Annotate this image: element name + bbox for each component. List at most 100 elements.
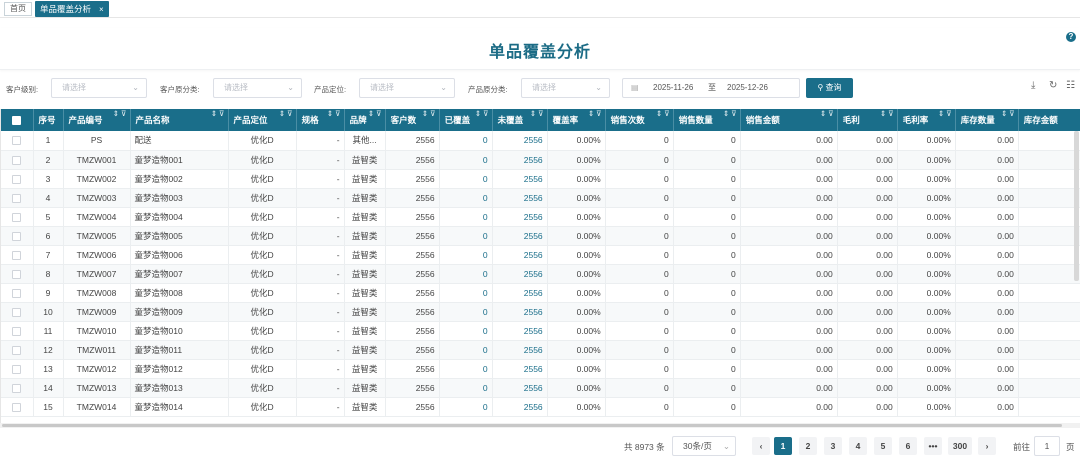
col-header[interactable]: 产品定位 ⇕ ⊽ — [228, 109, 297, 131]
sort-filter-icon[interactable]: ⇕ ⊽ — [279, 109, 293, 118]
sort-filter-icon[interactable]: ⇕ ⊽ — [422, 109, 436, 118]
table-cell[interactable]: 0 — [439, 302, 493, 322]
row-checkbox[interactable] — [1, 150, 34, 170]
help-icon[interactable]: ? — [1066, 32, 1076, 42]
row-checkbox[interactable] — [1, 378, 34, 398]
select-all-checkbox[interactable] — [1, 109, 34, 131]
row-checkbox[interactable] — [1, 264, 34, 284]
column-settings-icon[interactable]: ☷ — [1066, 80, 1075, 91]
table-cell[interactable]: 2556 — [492, 245, 548, 265]
table-cell[interactable]: 2556 — [492, 226, 548, 246]
row-checkbox[interactable] — [1, 283, 34, 303]
table-cell[interactable]: 0 — [439, 245, 493, 265]
sort-filter-icon[interactable]: ⇕ ⊽ — [820, 109, 834, 118]
col-header[interactable]: 覆盖率 ⇕ ⊽ — [547, 109, 606, 131]
close-icon[interactable]: × — [99, 5, 104, 14]
table-cell[interactable]: 0 — [439, 378, 493, 398]
table-cell[interactable]: 0 — [439, 150, 493, 170]
table-row[interactable]: 14 TMZW013 童梦造物013 优化D - 益智类 2556 0 2556 0.00% 0 0 0… — [1, 378, 1080, 398]
table-row[interactable]: 8 TMZW007 童梦造物007 优化D - 益智类 2556 0 2556 0.00% 0 0 0.… — [1, 264, 1080, 284]
table-cell[interactable]: 2556 — [492, 207, 548, 227]
col-header[interactable]: 产品名称 ⇕ ⊽ — [130, 109, 229, 131]
table-row[interactable]: 1 PS 配送 优化D - 其他... 2556 0 2556 0.00% 0 0 0.00 0.00 0.… — [1, 131, 1080, 151]
sort-filter-icon[interactable]: ⇕ ⊽ — [530, 109, 544, 118]
table-row[interactable]: 5 TMZW004 童梦造物004 优化D - 益智类 2556 0 2556 0.00% 0 0 0.… — [1, 207, 1080, 227]
table-row[interactable]: 2 TMZW001 童梦造物001 优化D - 益智类 2556 0 2556 0.00% 0 0 0.… — [1, 150, 1080, 170]
download-icon[interactable]: ⤓ — [1031, 80, 1035, 91]
table-cell[interactable]: 0 — [439, 264, 493, 284]
col-header[interactable]: 销售数量 ⇕ ⊽ — [673, 109, 741, 131]
sort-filter-icon[interactable]: ⇕ ⊽ — [880, 109, 894, 118]
table-cell[interactable]: 2556 — [492, 321, 548, 341]
table-row[interactable]: 10 TMZW009 童梦造物009 优化D - 益智类 2556 0 2556 0.00% 0 0 0… — [1, 302, 1080, 322]
table-cell[interactable]: 0 — [439, 397, 493, 417]
sort-filter-icon[interactable]: ⇕ ⊽ — [656, 109, 670, 118]
next-page-button[interactable]: › — [978, 437, 996, 455]
table-cell[interactable]: 2556 — [492, 359, 548, 379]
row-checkbox[interactable] — [1, 397, 34, 417]
page-button[interactable]: 3 — [824, 437, 842, 455]
table-cell[interactable]: 2556 — [492, 397, 548, 417]
sort-filter-icon[interactable]: ⇕ ⊽ — [475, 109, 489, 118]
col-header[interactable]: 库存数量 ⇕ ⊽ — [955, 109, 1019, 131]
row-checkbox[interactable] — [1, 359, 34, 379]
col-header[interactable]: 库存金额 — [1018, 109, 1080, 131]
page-button[interactable]: 1 — [774, 437, 792, 455]
table-cell[interactable]: 2556 — [492, 378, 548, 398]
customer-level-select[interactable]: 请选择 ⌄ — [51, 78, 147, 98]
col-header[interactable]: 未覆盖 ⇕ ⊽ — [492, 109, 548, 131]
page-button[interactable]: 6 — [899, 437, 917, 455]
col-header[interactable]: 销售次数 ⇕ ⊽ — [605, 109, 674, 131]
horizontal-scrollbar[interactable] — [0, 423, 1080, 428]
tab-home[interactable]: 首页 — [4, 2, 32, 16]
table-row[interactable]: 9 TMZW008 童梦造物008 优化D - 益智类 2556 0 2556 0.00% 0 0 0.… — [1, 283, 1080, 303]
prev-page-button[interactable]: ‹ — [752, 437, 770, 455]
sort-filter-icon[interactable]: ⇕ ⊽ — [368, 109, 382, 118]
date-start[interactable]: 2025-11-26 — [653, 79, 693, 97]
page-button[interactable]: 2 — [799, 437, 817, 455]
table-cell[interactable]: 2556 — [492, 188, 548, 208]
row-checkbox[interactable] — [1, 226, 34, 246]
goto-page-input[interactable]: 1 — [1034, 436, 1060, 456]
row-checkbox[interactable] — [1, 340, 34, 360]
page-button[interactable]: 5 — [874, 437, 892, 455]
table-cell[interactable]: 0 — [439, 188, 493, 208]
table-row[interactable]: 6 TMZW005 童梦造物005 优化D - 益智类 2556 0 2556 0.00% 0 0 0.… — [1, 226, 1080, 246]
table-row[interactable]: 13 TMZW012 童梦造物012 优化D - 益智类 2556 0 2556 0.00% 0 0 0… — [1, 359, 1080, 379]
sort-filter-icon[interactable]: ⇕ ⊽ — [113, 109, 127, 118]
table-cell[interactable]: 0 — [439, 226, 493, 246]
col-header[interactable]: 客户数 ⇕ ⊽ — [385, 109, 440, 131]
row-checkbox[interactable] — [1, 131, 34, 151]
sort-filter-icon[interactable]: ⇕ ⊽ — [327, 109, 341, 118]
table-cell[interactable]: 2556 — [492, 283, 548, 303]
row-checkbox[interactable] — [1, 188, 34, 208]
table-cell[interactable]: 2556 — [492, 150, 548, 170]
date-range-picker[interactable]: ▤ 2025-11-26 至 2025-12-26 — [622, 78, 800, 98]
table-row[interactable]: 4 TMZW003 童梦造物003 优化D - 益智类 2556 0 2556 0.00% 0 0 0.… — [1, 188, 1080, 208]
vertical-scrollbar[interactable] — [1074, 131, 1079, 281]
page-button[interactable]: 300 — [948, 437, 972, 455]
col-header[interactable]: 已覆盖 ⇕ ⊽ — [439, 109, 493, 131]
col-header[interactable]: 产品编号 ⇕ ⊽ — [63, 109, 131, 131]
sort-filter-icon[interactable]: ⇕ ⊽ — [211, 109, 225, 118]
query-button[interactable]: ⚲ 查询 — [806, 78, 853, 98]
sort-filter-icon[interactable]: ⇕ ⊽ — [1001, 109, 1015, 118]
table-row[interactable]: 3 TMZW002 童梦造物002 优化D - 益智类 2556 0 2556 0.00% 0 0 0.… — [1, 169, 1080, 189]
table-row[interactable]: 12 TMZW011 童梦造物011 优化D - 益智类 2556 0 2556 0.00% 0 0 0… — [1, 340, 1080, 360]
col-header[interactable]: 规格 ⇕ ⊽ — [296, 109, 345, 131]
col-header[interactable]: 品牌 ⇕ ⊽ — [344, 109, 386, 131]
table-row[interactable]: 7 TMZW006 童梦造物006 优化D - 益智类 2556 0 2556 0.00% 0 0 0.… — [1, 245, 1080, 265]
col-header[interactable]: 毛利率 ⇕ ⊽ — [897, 109, 956, 131]
refresh-icon[interactable]: ↻ — [1049, 80, 1057, 91]
table-cell[interactable]: 2556 — [492, 264, 548, 284]
tab-active[interactable]: 单品覆盖分析 × — [35, 1, 109, 17]
table-cell[interactable]: 0 — [439, 207, 493, 227]
table-cell[interactable]: 2556 — [492, 131, 548, 151]
col-header[interactable]: 销售金额 ⇕ ⊽ — [740, 109, 838, 131]
table-cell[interactable]: 0 — [439, 283, 493, 303]
scrollbar-thumb[interactable] — [2, 424, 1062, 427]
sort-filter-icon[interactable]: ⇕ ⊽ — [723, 109, 737, 118]
table-cell[interactable]: 2556 — [492, 340, 548, 360]
product-category-select[interactable]: 请选择 ⌄ — [521, 78, 610, 98]
table-row[interactable]: 11 TMZW010 童梦造物010 优化D - 益智类 2556 0 2556 0.00% 0 0 0… — [1, 321, 1080, 341]
